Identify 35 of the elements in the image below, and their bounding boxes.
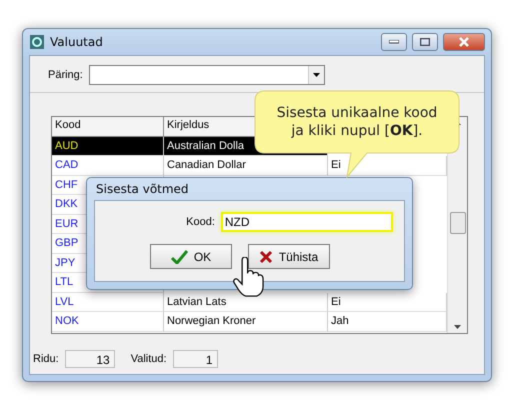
dialog-title: Sisesta võtmed [95,181,190,198]
hand-cursor-icon [233,257,264,297]
selected-count: 1 [172,350,218,368]
query-label: Päring: [48,69,83,81]
window-title: Valuutad [50,35,104,49]
minimize-icon [389,40,399,44]
code-cell[interactable]: NOK [52,312,164,332]
close-icon [458,37,470,47]
scroll-down-icon[interactable] [454,325,461,329]
maximize-icon [420,38,430,46]
maximize-button[interactable] [412,33,438,51]
rows-label: Ridu: [33,353,59,365]
rows-count: 13 [64,350,115,368]
cancel-button[interactable]: Tühista [248,244,330,269]
code-cell[interactable]: LVL [52,292,164,312]
minimize-button[interactable] [381,33,407,51]
description-cell: Norwegian Kroner [164,312,328,332]
scroll-thumb[interactable] [450,212,466,234]
description-cell: Latvian Lats [164,292,328,312]
x-icon [258,250,273,264]
table-cell: Jah [328,312,447,332]
table-cell: Ei [328,156,447,176]
code-input-field[interactable]: NZD [220,212,393,232]
close-button[interactable] [443,33,485,51]
ok-button[interactable]: OK [150,244,232,269]
selected-label: Valitud: [130,353,167,365]
query-dropdown[interactable] [88,65,325,85]
code-label: Kood: [186,216,215,228]
column-header[interactable]: Kood [52,117,164,136]
description-cell: Canadian Dollar [164,156,328,176]
code-cell[interactable]: AUD [52,136,164,156]
code-cell[interactable]: CAD [52,156,164,176]
app-icon [29,34,45,50]
checkmark-icon [170,250,188,264]
table-cell: Ei [328,292,447,312]
